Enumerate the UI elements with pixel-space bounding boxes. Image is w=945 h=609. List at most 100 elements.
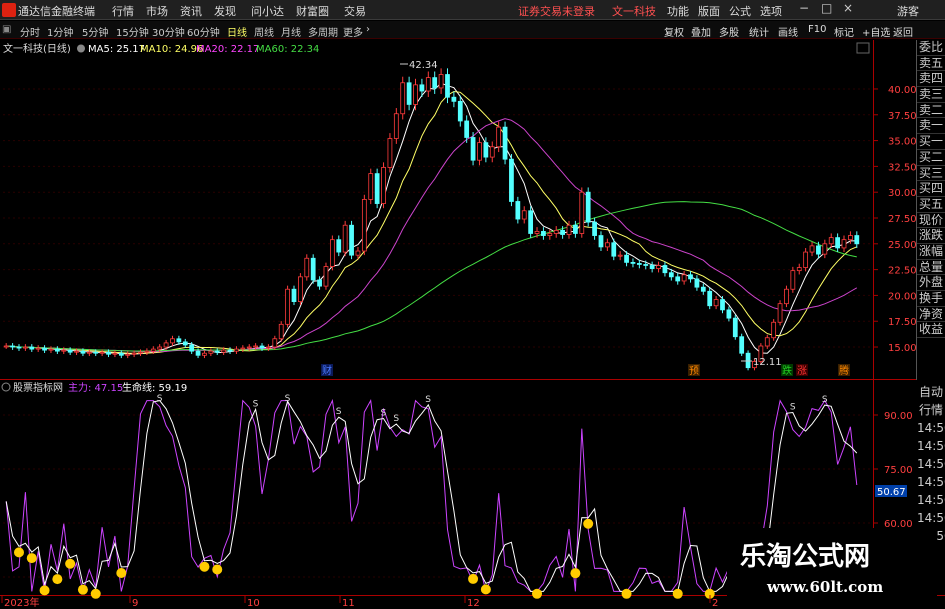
kline-chart[interactable]: 40.00 37.50 35.00 32.50 30.00 27.50 25.00 22.50…: [0, 39, 945, 609]
candle-body: [611, 242, 617, 257]
sidebar-item-13[interactable]: 涨幅: [917, 244, 945, 260]
period-tab-60min[interactable]: 60分钟: [187, 24, 220, 39]
menu-item-trade[interactable]: 交易: [344, 3, 366, 19]
tool-overlay[interactable]: 叠加: [691, 24, 711, 39]
price-grid: [3, 88, 873, 348]
menu-item-ask[interactable]: 问小达: [251, 3, 284, 19]
candle-body: [285, 288, 290, 325]
menu-function[interactable]: 功能: [667, 3, 689, 19]
smiley-icon: [672, 588, 683, 599]
guest-label[interactable]: 游客: [897, 3, 919, 19]
tool-f10[interactable]: F10: [808, 24, 826, 35]
panel-toggle-icon[interactable]: [856, 42, 870, 54]
candle-body: [54, 348, 60, 352]
sidebar-item-18[interactable]: 收益: [917, 322, 945, 339]
tool-back[interactable]: 返回: [893, 24, 913, 39]
sidebar-item-8[interactable]: 买三: [917, 166, 945, 182]
menu-layout[interactable]: 版面: [698, 3, 720, 19]
candle-body: [240, 347, 246, 350]
candle-body: [547, 233, 553, 236]
sidebar-item-6[interactable]: 买一: [917, 134, 945, 150]
sidebar-lower-item-6[interactable]: 14:50: [917, 491, 945, 509]
tool-add-favorite[interactable]: +自选: [862, 24, 890, 39]
period-tab-15min[interactable]: 15分钟: [116, 24, 149, 39]
sidebar-item-9[interactable]: 买四: [917, 181, 945, 197]
sidebar-item-15[interactable]: 外盘: [917, 275, 945, 291]
badge-rise[interactable]: 涨: [797, 365, 807, 377]
close-icon[interactable]: ×: [843, 1, 853, 15]
sidebar-item-2[interactable]: 卖四: [917, 71, 945, 88]
smiley-icon: [52, 574, 63, 585]
sidebar-item-11[interactable]: 现价: [917, 213, 945, 229]
menu-item-discover[interactable]: 发现: [214, 3, 236, 19]
menu-item-wealth[interactable]: 财富圈: [296, 3, 329, 19]
badge-forecast[interactable]: 预: [689, 365, 699, 377]
menu-item-news[interactable]: 资讯: [180, 3, 202, 19]
sidebar-item-0[interactable]: 委比: [917, 40, 945, 56]
period-tab-more[interactable]: 更多: [343, 24, 363, 39]
sidebar-lower-item-0[interactable]: 自动: [917, 383, 945, 401]
period-tab-30min[interactable]: 30分钟: [152, 24, 185, 39]
date-axis: 2023年 9 10 11 12 2: [1, 595, 718, 609]
tool-draw[interactable]: 画线: [778, 24, 798, 39]
menu-formula[interactable]: 公式: [729, 3, 751, 19]
candle-body: [713, 299, 719, 307]
sell-signal-s: S: [381, 408, 387, 418]
sidebar-item-17[interactable]: 净资: [917, 307, 945, 323]
period-tab-daily[interactable]: 日线: [227, 24, 247, 39]
sidebar-item-16[interactable]: 换手: [917, 291, 945, 307]
price-tick-label: 27.50: [888, 214, 917, 225]
sidebar-item-5[interactable]: 卖一: [917, 118, 945, 135]
candle-body: [649, 265, 655, 269]
candle-body: [694, 278, 700, 288]
candle-body: [451, 96, 457, 102]
period-tab-multi[interactable]: 多周期: [308, 24, 338, 39]
badge-fall[interactable]: 跌: [782, 364, 792, 377]
menu-item-markets[interactable]: 市场: [146, 3, 168, 19]
sidebar-lower-item-5[interactable]: 14:50: [917, 473, 945, 491]
sidebar-item-10[interactable]: 买五: [917, 197, 945, 213]
chevron-right-icon[interactable]: ›: [366, 24, 370, 35]
sidebar-item-14[interactable]: 总量: [917, 260, 945, 276]
period-tab-5min[interactable]: 5分钟: [82, 24, 108, 39]
candle-body: [86, 351, 92, 354]
sidebar-lower-item-7[interactable]: 14:50: [917, 509, 945, 527]
candle-body: [720, 299, 725, 311]
panel-separators: [0, 40, 945, 596]
sidebar-lower-item-1[interactable]: 行情: [917, 401, 945, 419]
candle-body: [355, 250, 361, 256]
badge-finance[interactable]: 财: [322, 364, 332, 377]
period-tab-1min[interactable]: 1分钟: [47, 24, 73, 39]
sidebar-item-4[interactable]: 卖二: [917, 103, 945, 119]
settings-icon[interactable]: [77, 44, 85, 53]
login-status[interactable]: 证券交易未登录: [518, 3, 595, 19]
sidebar-item-12[interactable]: 涨跌: [917, 228, 945, 244]
candle-body: [329, 239, 335, 267]
sidebar-item-1[interactable]: 卖五: [917, 56, 945, 72]
candle-body: [317, 279, 322, 287]
tool-mark[interactable]: 标记: [834, 24, 854, 39]
period-tab-intraday[interactable]: 分时: [20, 24, 40, 39]
price-tick-label: 15.00: [888, 343, 917, 354]
stock-name: 文一科技: [612, 5, 656, 18]
sidebar-lower-item-4[interactable]: 14:50: [917, 455, 945, 473]
window-icon[interactable]: ▣: [2, 24, 11, 35]
indicator-settings-icon[interactable]: [1, 382, 11, 392]
sidebar-item-7[interactable]: 买二: [917, 150, 945, 166]
sidebar-lower-item-2[interactable]: 14:50: [917, 419, 945, 437]
app-title: 通达信金融终端: [18, 5, 95, 18]
tool-adjust[interactable]: 复权: [664, 24, 684, 39]
period-tab-monthly[interactable]: 月线: [281, 24, 301, 39]
tool-stats[interactable]: 统计: [749, 24, 769, 39]
smiley-icon: [77, 584, 88, 595]
menu-item-market[interactable]: 行情: [112, 3, 134, 19]
candle-body: [157, 346, 163, 350]
period-tab-weekly[interactable]: 周线: [254, 24, 274, 39]
minimize-icon[interactable]: −: [799, 1, 809, 15]
badge-tencent[interactable]: 腾: [839, 364, 849, 377]
sidebar-item-3[interactable]: 卖三: [917, 87, 945, 103]
tool-multi-stock[interactable]: 多股: [719, 24, 739, 39]
sidebar-lower-item-3[interactable]: 14:50: [917, 437, 945, 455]
menu-options[interactable]: 选项: [760, 3, 782, 19]
maximize-icon[interactable]: □: [821, 1, 832, 15]
